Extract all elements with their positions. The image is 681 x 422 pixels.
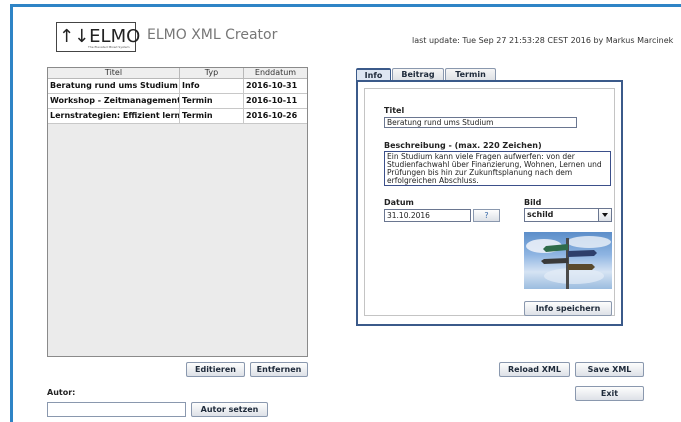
description-textarea[interactable]: Ein Studium kann viele Fragen aufwerfen:… [384,151,611,186]
app-title: ELMO XML Creator [147,27,278,43]
cell-title: Workshop - Zeitmanagement [48,94,180,108]
signpost-image [524,232,612,289]
column-header-typ[interactable]: Typ [180,68,244,78]
save-info-button[interactable]: Info speichern [524,301,612,316]
date-picker-button[interactable]: ? [473,209,500,222]
exit-button[interactable]: Exit [575,386,644,401]
author-label: Autor: [47,388,76,397]
cell-end-date: 2016-10-31 [246,81,298,90]
logo-subtitle: The Elevated Mixed System [88,45,130,49]
save-xml-button[interactable]: Save XML [575,362,644,377]
logo-text: ↑↓ELMO [59,26,141,47]
cell-end-date: 2016-10-11 [246,96,298,105]
image-label: Bild [524,198,542,207]
title-input[interactable] [384,117,577,128]
reload-xml-button[interactable]: Reload XML [499,362,570,377]
cell-type: Termin [180,94,244,108]
author-input[interactable] [47,402,186,417]
cell-title: Lernstrategien: Effizient lernen... [48,109,180,123]
elmo-logo: ↑↓ELMO The Elevated Mixed System [56,22,140,52]
edit-button[interactable]: Editieren [186,362,245,377]
last-update-text: last update: Tue Sep 27 21:53:28 CEST 20… [412,36,674,45]
cell-type: Termin [180,109,244,123]
image-select[interactable]: schild [524,208,612,222]
column-header-titel[interactable]: Titel [48,68,180,78]
image-select-value: schild [527,210,554,219]
chevron-down-icon[interactable] [598,209,611,221]
cell-type: Info [180,79,244,93]
date-input[interactable] [384,209,471,222]
remove-button[interactable]: Entfernen [250,362,308,377]
table-header: Titel Typ Enddatum [48,68,307,79]
set-author-button[interactable]: Autor setzen [191,402,268,417]
cell-title: Beratung rund ums Studium [48,79,180,93]
title-label: Titel [384,106,405,115]
window-frame-top [10,4,681,7]
entries-table: Titel Typ Enddatum Beratung rund ums Stu… [47,67,308,357]
table-row[interactable]: Lernstrategien: Effizient lernen... Term… [48,109,307,124]
table-row[interactable]: Beratung rund ums Studium Info 2016-10-3… [48,79,307,94]
cell-end-date: 2016-10-26 [246,111,298,120]
signpost-icon [526,236,611,289]
column-header-enddatum[interactable]: Enddatum [244,68,307,78]
table-row[interactable]: Workshop - Zeitmanagement Termin 2016-10… [48,94,307,109]
date-label: Datum [384,198,414,207]
description-label: Beschreibung - (max. 220 Zeichen) [384,141,542,150]
window-frame-left [10,4,13,422]
calendar-icon: ? [484,211,489,220]
